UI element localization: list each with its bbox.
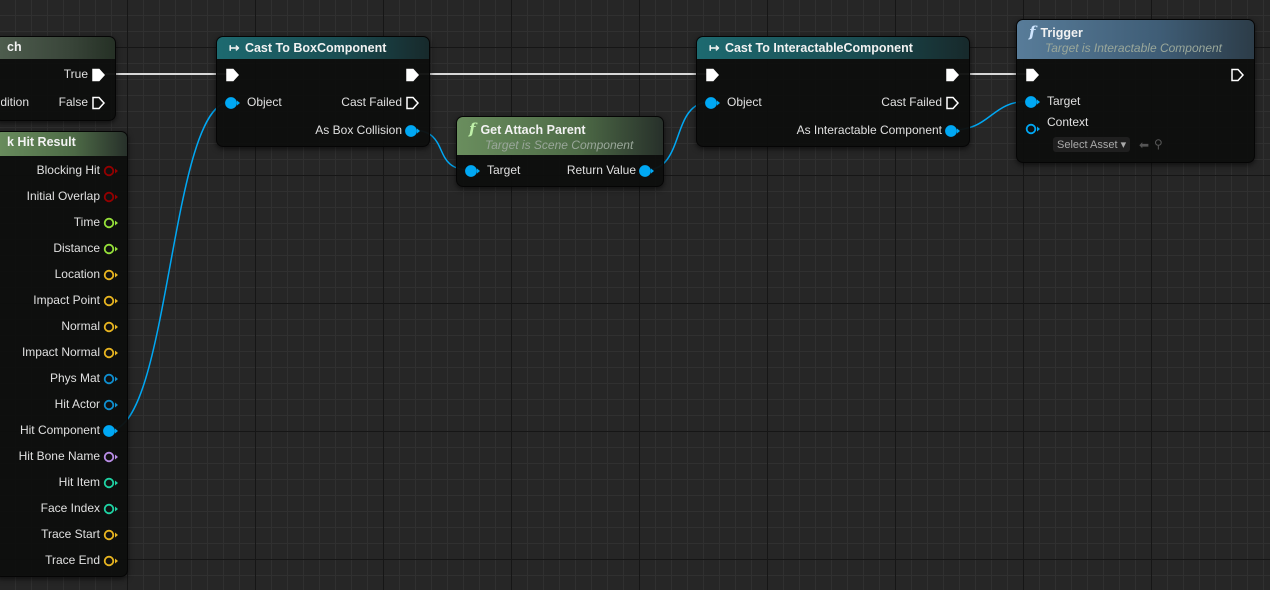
data-pin-out[interactable] [103, 476, 119, 493]
node-header[interactable]: f Trigger Target is Interactable Component [1017, 20, 1254, 59]
data-pin-out[interactable] [103, 450, 119, 467]
pin-label: Cast Failed [341, 95, 402, 109]
exec-pin-out[interactable] [91, 68, 107, 85]
data-pin-out[interactable] [103, 528, 119, 545]
pin-label: Hit Bone Name [18, 449, 100, 463]
node-castint[interactable]: ↦ Cast To InteractableComponent Object Cas… [696, 36, 970, 147]
data-pin-out[interactable] [103, 190, 119, 207]
pin-label: Object [727, 95, 762, 109]
data-pin-out[interactable] [103, 294, 119, 311]
data-pin-out[interactable] [103, 216, 119, 233]
exec-pin-out[interactable] [405, 96, 421, 113]
pin-label: As Box Collision [315, 123, 402, 137]
pin-label: Object [247, 95, 282, 109]
exec-pin-out[interactable] [405, 68, 421, 85]
node-trigger[interactable]: f Trigger Target is Interactable Component… [1016, 19, 1255, 163]
pin-label: Face Index [40, 501, 100, 515]
data-pin-out[interactable] [103, 502, 119, 519]
pin-label: False [58, 95, 88, 109]
pin-label: Distance [53, 241, 100, 255]
pin-label: Phys Mat [49, 371, 100, 385]
exec-pin-out[interactable] [91, 96, 107, 113]
pin-label: Initial Overlap [26, 189, 100, 203]
data-pin-out[interactable] [103, 554, 119, 571]
exec-pin-out[interactable] [945, 96, 961, 113]
pin-label: Target [487, 163, 521, 177]
pin-label: Time [73, 215, 100, 229]
data-pin-out[interactable] [103, 268, 119, 285]
cast-arrow-icon: ↦ [709, 41, 723, 55]
pin-label: Normal [61, 319, 100, 333]
data-pin-out[interactable] [945, 124, 961, 141]
data-pin-in[interactable] [225, 96, 241, 113]
select-asset-label: Select Asset [1057, 139, 1118, 151]
data-pin-out[interactable] [103, 372, 119, 389]
pin-label: Hit Actor [54, 397, 100, 411]
data-pin-out[interactable] [103, 346, 119, 363]
function-icon: f [469, 120, 476, 138]
pin-label: Trace End [45, 553, 100, 567]
pin-label: Hit Item [58, 475, 100, 489]
data-pin-out[interactable] [103, 320, 119, 337]
exec-pin-out[interactable] [1230, 68, 1246, 85]
node-header[interactable]: ch [0, 37, 115, 59]
pin-label: Trace Start [41, 527, 100, 541]
node-getparent[interactable]: f Get Attach Parent Target is Scene Compon… [456, 116, 664, 187]
data-pin-out[interactable] [103, 242, 119, 259]
node-break[interactable]: k Hit Result Blocking Hit Initial Overlap T… [0, 131, 128, 577]
pin-label: Cast Failed [881, 95, 942, 109]
cast-arrow-icon: ↦ [229, 41, 243, 55]
pin-label: Impact Point [33, 293, 100, 307]
data-pin-out[interactable] [103, 398, 119, 415]
data-pin-in[interactable] [465, 164, 481, 181]
exec-pin-in[interactable] [1025, 68, 1041, 85]
pin-label: dition [1, 95, 29, 109]
node-title: Cast To InteractableComponent [724, 41, 913, 55]
node-title: k Hit Result [7, 135, 76, 149]
chevron-down-icon: ▾ [1117, 139, 1127, 151]
node-subtitle: Target is Scene Component [485, 138, 634, 152]
pin-label: Blocking Hit [36, 163, 100, 177]
exec-pin-in[interactable] [705, 68, 721, 85]
data-pin-out[interactable] [405, 124, 421, 141]
pin-label: Target [1047, 94, 1081, 108]
pin-label: Hit Component [19, 423, 100, 437]
data-pin-out[interactable] [103, 424, 119, 441]
node-header[interactable]: k Hit Result [0, 132, 127, 156]
node-title: Cast To BoxComponent [244, 41, 387, 55]
node-title: ch [7, 40, 22, 54]
node-header[interactable]: f Get Attach Parent Target is Scene Compon… [457, 117, 663, 155]
object-wire[interactable] [109, 101, 231, 431]
exec-pin-out[interactable] [945, 68, 961, 85]
data-pin-in[interactable] [705, 96, 721, 113]
pin-label: Return Value [566, 163, 636, 177]
node-header[interactable]: ↦ Cast To BoxComponent [217, 37, 429, 59]
data-pin-in[interactable] [1025, 122, 1041, 139]
select-asset-dropdown[interactable]: Select Asset ▾ [1053, 137, 1131, 152]
pin-label: As Interactable Component [796, 123, 942, 137]
node-castbox[interactable]: ↦ Cast To BoxComponent Object Cast Failed A… [216, 36, 430, 147]
pin-label: True [63, 67, 88, 81]
node-subtitle: Target is Interactable Component [1045, 41, 1222, 55]
function-icon: f [1029, 23, 1036, 41]
node-branch[interactable]: ch True dition False [0, 36, 116, 121]
use-selected-arrow-icon[interactable]: ⬅ [1139, 138, 1149, 152]
node-header[interactable]: ↦ Cast To InteractableComponent [697, 37, 969, 59]
pin-label: Impact Normal [21, 345, 100, 359]
browse-search-icon[interactable]: ⚲ [1154, 137, 1163, 151]
node-title: Trigger [1040, 26, 1083, 40]
pin-label: Location [54, 267, 100, 281]
exec-pin-in[interactable] [225, 68, 241, 85]
data-pin-out[interactable] [639, 164, 655, 181]
node-title: Get Attach Parent [480, 123, 586, 137]
data-pin-in[interactable] [1025, 95, 1041, 112]
pin-label: Context [1047, 115, 1089, 129]
data-pin-out[interactable] [103, 164, 119, 181]
